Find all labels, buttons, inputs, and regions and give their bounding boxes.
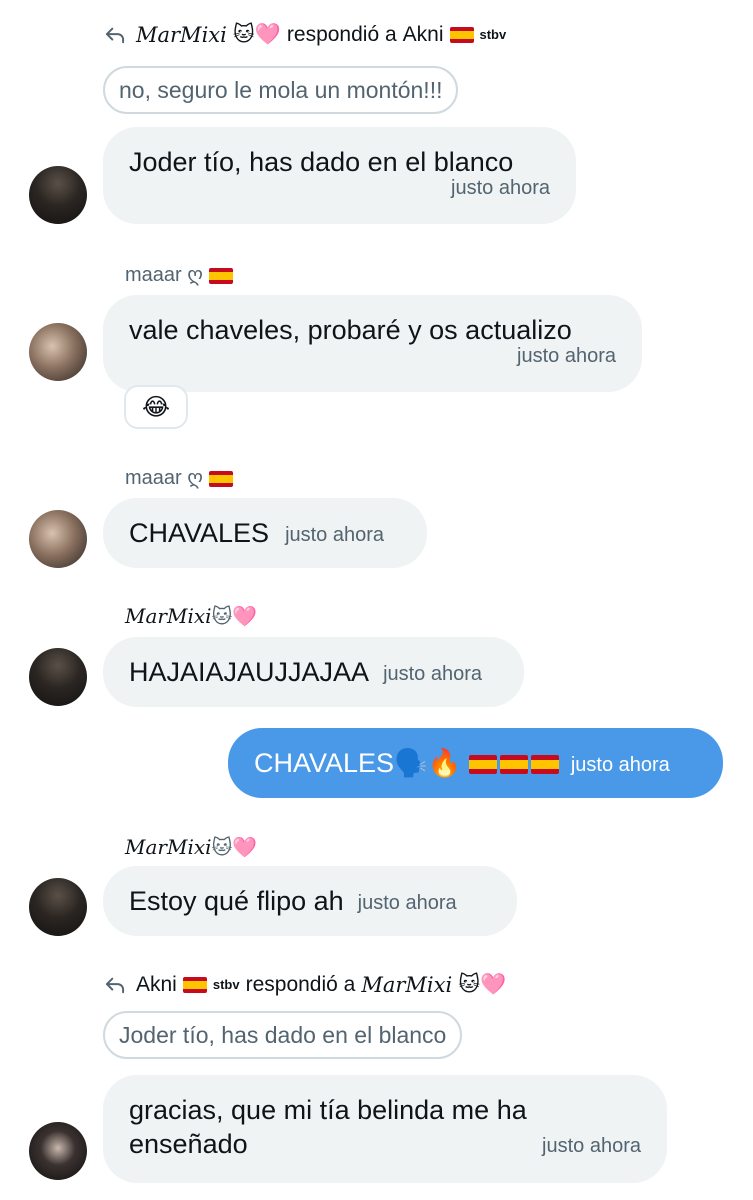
spain-flag-icon [449, 26, 474, 43]
message-time: justo ahora [451, 177, 550, 199]
spain-flag-icon [499, 755, 528, 775]
sender-name[interactable]: maaar ღ [125, 465, 233, 490]
message-bubble[interactable]: Estoy qué flipo ah justo ahora [103, 866, 517, 936]
sender-name[interactable]: MarMixi🐱🩷 [125, 835, 257, 860]
sender-name[interactable]: maaar ღ [125, 262, 233, 287]
message-text: Joder tío, has dado en el blanco [129, 147, 514, 177]
message-text: CHAVALES [129, 518, 270, 548]
reply-arrow-icon [105, 977, 125, 993]
message-text: HAJAIAJAUJJAJAA [129, 657, 370, 687]
message-bubble[interactable]: gracias, que mi tía belinda me ha enseña… [103, 1075, 667, 1183]
avatar[interactable] [29, 323, 87, 381]
message-time: justo ahora [570, 753, 670, 776]
quoted-text: no, seguro le mola un montón!!! [119, 76, 443, 103]
message-time: justo ahora [517, 345, 616, 367]
avatar[interactable] [29, 1122, 87, 1180]
avatar[interactable] [29, 648, 87, 706]
reaction-badge[interactable]: 😂 [124, 385, 188, 429]
reply-author: Akni [136, 972, 177, 996]
avatar[interactable] [29, 166, 87, 224]
message-time: justo ahora [285, 523, 385, 546]
reply-verb: respondió a [286, 22, 397, 46]
reply-target: MarMixi [361, 972, 453, 997]
spain-flag-icon [468, 755, 497, 775]
quoted-message[interactable]: no, seguro le mola un montón!!! [103, 66, 459, 114]
spain-flag-icon [208, 470, 233, 487]
message-bubble[interactable]: Joder tío, has dado en el blanco justo a… [103, 127, 576, 224]
spain-flags [468, 755, 559, 775]
message-text: CHAVALES🗣️🔥 [254, 746, 559, 780]
reply-author-suffix: stbv [212, 977, 240, 992]
message-time: justo ahora [383, 662, 483, 685]
sender-emoji: 🐱🩷 [211, 837, 258, 859]
message-bubble[interactable]: HAJAIAJAUJJAJAA justo ahora [103, 637, 524, 707]
message-text: vale chaveles, probaré y os actualizo [129, 315, 572, 345]
outgoing-message-bubble[interactable]: CHAVALES🗣️🔥 justo ahora [228, 728, 723, 798]
reply-target-suffix: stbv [479, 27, 507, 42]
message-time: justo ahora [357, 891, 457, 914]
laughing-emoji-icon: 😂 [141, 393, 171, 421]
reply-verb: respondió a [245, 972, 356, 996]
reply-target: Akni [402, 22, 444, 46]
spain-flag-icon [182, 976, 207, 993]
quoted-message[interactable]: Joder tío, has dado en el blanco [103, 1011, 463, 1059]
reply-arrow-icon [105, 27, 125, 43]
avatar[interactable] [29, 878, 87, 936]
reply-target-emoji: 🐱🩷 [458, 973, 507, 996]
sender-name[interactable]: MarMixi🐱🩷 [125, 604, 257, 629]
quoted-text: Joder tío, has dado en el blanco [119, 1021, 447, 1048]
reply-author-emoji: 🐱🩷 [232, 23, 281, 46]
reply-header: Akni stbv respondió a MarMixi 🐱🩷 [104, 972, 506, 997]
message-text: Estoy qué flipo ah [129, 886, 344, 916]
spain-flag-icon [530, 755, 559, 775]
reply-header: MarMixi 🐱🩷 respondió a Akni stbv [104, 22, 506, 47]
sender-emoji: 🐱🩷 [211, 606, 258, 628]
message-emoji: 🗣️🔥 [394, 748, 462, 778]
message-bubble[interactable]: CHAVALES justo ahora [103, 498, 427, 568]
avatar[interactable] [29, 510, 87, 568]
reply-author: MarMixi [136, 22, 227, 47]
spain-flag-icon [208, 267, 233, 284]
message-bubble[interactable]: vale chaveles, probaré y os actualizo ju… [103, 295, 642, 392]
